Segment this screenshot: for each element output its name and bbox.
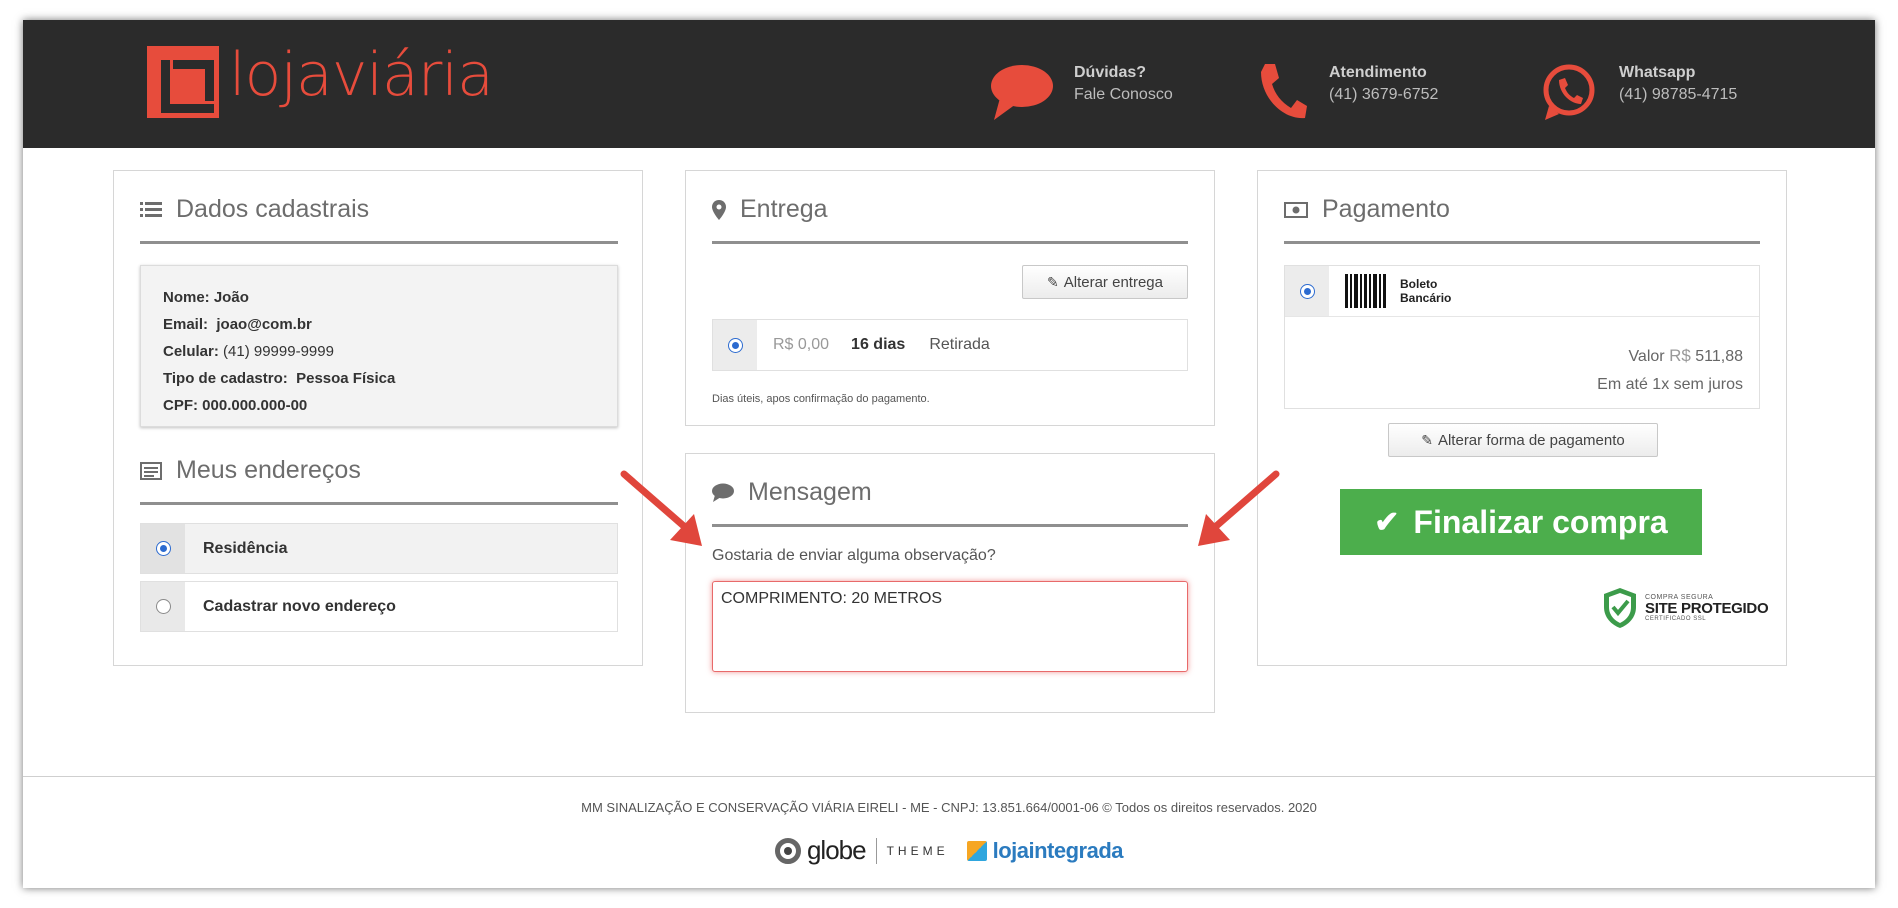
payment-value: Valor R$ 511,88 (1628, 346, 1743, 365)
finalizar-compra-button[interactable]: ✔ Finalizar compra (1340, 489, 1702, 555)
brand-loja-integrada[interactable]: lojaintegrada (993, 838, 1124, 864)
shipping-days: 16 dias (851, 336, 906, 353)
radio-empty-icon[interactable] (155, 599, 171, 614)
brand-globe[interactable]: globe (807, 835, 867, 866)
panel-title-text: Entrega (740, 195, 828, 223)
radio-cell[interactable] (141, 582, 185, 631)
panel-title-text: Mensagem (748, 478, 872, 506)
profile-celular: Celular: (41) 99999-9999 (163, 343, 334, 360)
whatsapp-icon (1543, 64, 1595, 120)
contact-atendimento[interactable]: Atendimento (41) 3679-6752 (1257, 62, 1438, 122)
seal-line-2: SITE PROTEGIDO (1645, 600, 1769, 617)
panel-dados-cadastrais: Dados cadastrais Nome: João Email: joao@… (113, 170, 643, 666)
radio-cell[interactable] (1285, 266, 1329, 316)
shipping-price: R$ 0,00 (773, 336, 830, 353)
title-rule (140, 502, 618, 505)
address-option-residencia[interactable]: Residência (140, 523, 618, 574)
panel-entrega: Entrega ✎ Alterar entrega R$ 0,00 16 dia… (685, 170, 1215, 426)
address-label: Residência (203, 539, 288, 557)
chat-bubble-icon (991, 65, 1053, 120)
address-label: Cadastrar novo endereço (203, 597, 396, 615)
radio-selected-icon[interactable] (155, 541, 171, 556)
logo-icon[interactable] (147, 46, 219, 118)
radio-cell[interactable] (141, 524, 185, 573)
radio-selected-icon[interactable] (727, 337, 743, 353)
button-label: Alterar forma de pagamento (1437, 431, 1625, 449)
map-marker-icon (712, 199, 726, 220)
ssl-seal: COMPRA SEGURA SITE PROTEGIDO CERTIFICADO… (1603, 587, 1769, 629)
title-rule (1284, 241, 1760, 244)
panel-pagamento: Pagamento Boleto Bancário Valor R$ 511,8… (1257, 170, 1787, 666)
panel-title: Mensagem (712, 478, 872, 507)
loja-integrada-cube-icon[interactable] (966, 840, 987, 861)
shipping-option[interactable]: R$ 0,00 16 dias Retirada (712, 319, 1188, 371)
title-rule (140, 241, 618, 244)
panel-mensagem: Mensagem Gostaria de enviar alguma obser… (685, 453, 1215, 713)
addresses-title-text: Meus endereços (176, 456, 361, 484)
alterar-pagamento-button[interactable]: ✎ Alterar forma de pagamento (1388, 423, 1658, 457)
shipping-note: Dias úteis, apos confirmação do pagament… (712, 393, 930, 405)
footer-brands: globe THEME lojaintegrada (23, 835, 1875, 866)
annotation-arrow-right-icon (1198, 470, 1280, 546)
contact-title: Atendimento (1329, 64, 1427, 81)
profile-tipo: Tipo de cadastro: Pessoa Física (163, 370, 396, 387)
barcode-icon (1345, 274, 1388, 308)
message-question: Gostaria de enviar alguma observação? (712, 547, 996, 564)
logo-text[interactable]: lojaviária (229, 40, 494, 110)
pencil-icon: ✎ (1047, 273, 1059, 290)
contact-title: Dúvidas? (1074, 64, 1147, 81)
contact-whatsapp[interactable]: Whatsapp (41) 98785-4715 (1541, 62, 1737, 122)
profile-nome: Nome: João (163, 289, 249, 306)
message-textarea[interactable]: COMPRIMENTO: 20 METROS (712, 581, 1188, 672)
radio-selected-icon[interactable] (1299, 283, 1315, 299)
radio-cell[interactable] (713, 320, 757, 370)
page-frame: lojaviária Dúvidas? Fale Conosco Atendim… (23, 20, 1875, 888)
contact-duvidas[interactable]: Dúvidas? Fale Conosco (990, 62, 1173, 122)
contact-subtitle: (41) 98785-4715 (1619, 86, 1738, 103)
footer-copyright: MM SINALIZAÇÃO E CONSERVAÇÃO VIÁRIA EIRE… (581, 800, 1317, 815)
phone-icon (1261, 64, 1307, 119)
addresses-title: Meus endereços (140, 456, 361, 485)
shipping-method: Retirada (929, 336, 990, 353)
top-header: lojaviária Dúvidas? Fale Conosco Atendim… (23, 20, 1875, 148)
payment-installments: Em até 1x sem juros (1597, 376, 1743, 393)
panel-title-text: Pagamento (1322, 195, 1450, 223)
panel-title: Entrega (712, 195, 828, 224)
panel-title: Dados cadastrais (140, 195, 369, 224)
address-card-icon (140, 461, 162, 480)
title-rule (712, 524, 1188, 527)
profile-email: Email: joao@com.br (163, 316, 312, 333)
payment-method-name: Boleto Bancário (1400, 277, 1452, 305)
annotation-arrow-left-icon (620, 470, 702, 546)
button-label: Alterar entrega (1063, 273, 1163, 291)
alterar-entrega-button[interactable]: ✎ Alterar entrega (1022, 265, 1188, 299)
brand-theme[interactable]: THEME (887, 844, 949, 858)
list-icon (140, 201, 162, 219)
contact-title: Whatsapp (1619, 64, 1696, 81)
profile-summary: Nome: João Email: joao@com.br Celular: (… (140, 265, 618, 427)
button-label: Finalizar compra (1413, 503, 1668, 540)
money-icon (1284, 201, 1308, 218)
title-rule (712, 241, 1188, 244)
profile-cpf: CPF: 000.000.000-00 (163, 397, 308, 414)
panel-title-text: Dados cadastrais (176, 195, 370, 223)
panel-title: Pagamento (1284, 195, 1450, 224)
contact-subtitle: (41) 3679-6752 (1329, 86, 1439, 103)
comment-icon (712, 483, 734, 503)
address-option-novo[interactable]: Cadastrar novo endereço (140, 581, 618, 632)
shield-check-icon (1604, 588, 1636, 628)
payment-option-header[interactable]: Boleto Bancário (1285, 266, 1759, 317)
footer-divider (23, 776, 1875, 777)
contact-subtitle: Fale Conosco (1074, 86, 1173, 103)
globe-logo-icon[interactable] (774, 837, 801, 864)
brand-separator (875, 837, 877, 864)
payment-option[interactable]: Boleto Bancário Valor R$ 511,88 Em até 1… (1284, 265, 1760, 409)
check-icon: ✔ (1374, 505, 1400, 539)
pencil-icon: ✎ (1421, 431, 1433, 448)
